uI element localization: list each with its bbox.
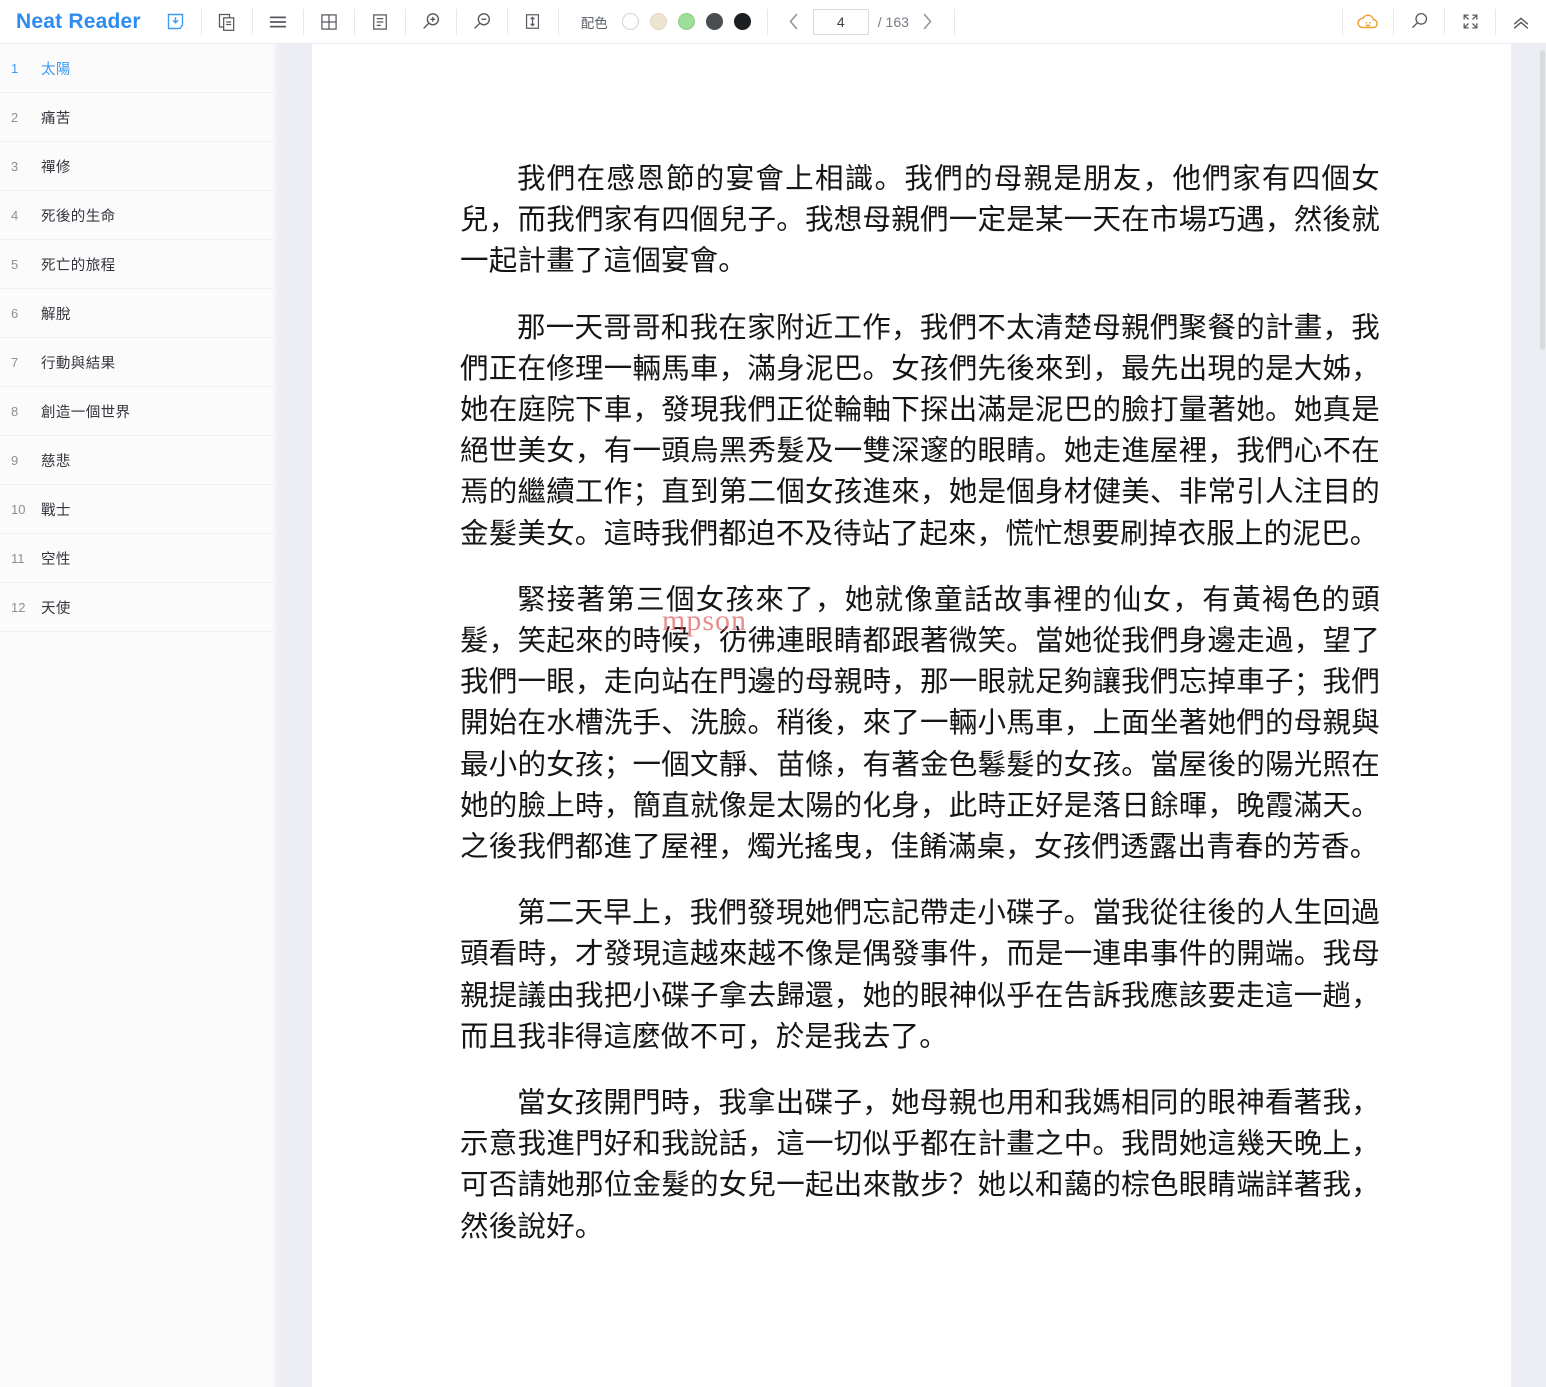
text-layout-icon[interactable] — [355, 0, 405, 44]
sidebar-item-10[interactable]: 10 戰士 — [0, 485, 273, 534]
sidebar-item-2[interactable]: 2 痛苦 — [0, 93, 273, 142]
page-navigation: / 163 — [768, 0, 954, 44]
sidebar-item-12[interactable]: 12 天使 — [0, 583, 273, 632]
toc-label: 戰士 — [41, 502, 71, 519]
scheme-swatch-black[interactable] — [733, 13, 751, 30]
toc-number: 5 — [11, 256, 19, 272]
sidebar-item-4[interactable]: 4 死後的生命 — [0, 191, 273, 240]
toc-label: 太陽 — [41, 61, 71, 78]
grid-view-icon[interactable] — [304, 0, 354, 44]
paragraph-3: 緊接著第三個女孩來了，她就像童話故事裡的仙女，有黃褐色的頭髮，笑起來的時候，彷彿… — [460, 584, 1380, 864]
scheme-swatch-green[interactable] — [677, 13, 695, 30]
toc-number: 8 — [11, 403, 19, 419]
reader-page: 我們在感恩節的宴會上相識。我們的母親是朋友，他們家有四個女兒，而我們家有四個兒子… — [312, 44, 1511, 1387]
prev-page-icon[interactable] — [784, 11, 804, 33]
toc-number: 6 — [11, 305, 19, 321]
search-icon[interactable] — [1394, 0, 1444, 44]
toc-label: 行動與結果 — [41, 355, 116, 372]
color-scheme-label: 配色 — [580, 15, 608, 31]
color-scheme-group: 配色 — [559, 0, 767, 44]
sidebar-item-3[interactable]: 3 禪修 — [0, 142, 273, 191]
page-gutter-left — [273, 44, 312, 1387]
sidebar-item-5[interactable]: 5 死亡的旅程 — [0, 240, 273, 289]
fullscreen-icon[interactable] — [1445, 0, 1495, 44]
toc-number: 10 — [11, 501, 26, 517]
toc-label: 禪修 — [41, 159, 71, 176]
toc-number: 11 — [11, 550, 25, 566]
scheme-swatch-white[interactable] — [621, 13, 639, 30]
page-number-input[interactable] — [812, 8, 869, 35]
toc-number: 2 — [11, 109, 19, 125]
zoom-in-icon[interactable] — [406, 0, 456, 44]
copy-pages-icon[interactable] — [202, 0, 252, 44]
paragraph-5: 當女孩開門時，我拿出碟子，她母親也用和我媽相同的眼神看著我，示意我進門好和我說話… — [460, 1088, 1380, 1243]
sidebar-item-1[interactable]: 1 太陽 — [0, 44, 273, 93]
sidebar-item-7[interactable]: 7 行動與結果 — [0, 338, 273, 387]
toc-number: 4 — [11, 207, 19, 223]
toc-number: 9 — [11, 452, 19, 468]
toolbar-divider-10 — [953, 8, 955, 35]
reader-scrollbar[interactable] — [1540, 48, 1545, 1383]
toc-label: 死後的生命 — [41, 208, 116, 225]
cloud-sync-icon[interactable] — [1343, 0, 1393, 44]
paragraph-2: 那一天哥哥和我在家附近工作，我們不太清楚母親們聚餐的計畫，我們正在修理一輛馬車，… — [460, 312, 1380, 550]
next-page-icon[interactable] — [918, 11, 938, 33]
reader-scrollbar-thumb[interactable] — [1540, 50, 1545, 350]
collapse-toolbar-icon[interactable] — [1496, 0, 1546, 44]
toc-label: 創造一個世界 — [41, 404, 131, 421]
paragraph-1: 我們在感恩節的宴會上相識。我們的母親是朋友，他們家有四個女兒，而我們家有四個兒子… — [460, 164, 1380, 278]
sidebar-item-8[interactable]: 8 創造一個世界 — [0, 387, 273, 436]
toc-label: 天使 — [41, 600, 71, 617]
sidebar-item-11[interactable]: 11 空性 — [0, 534, 273, 583]
toc-label: 痛苦 — [41, 110, 71, 127]
save-to-library-icon[interactable] — [151, 0, 201, 44]
toc-number: 1 — [11, 60, 19, 76]
toc-label: 解脫 — [41, 306, 71, 323]
sidebar-item-6[interactable]: 6 解脫 — [0, 289, 273, 338]
sidebar-item-9[interactable]: 9 慈悲 — [0, 436, 273, 485]
toc-label: 慈悲 — [41, 453, 71, 470]
page-total-label: / 163 — [877, 13, 909, 30]
toolbar-right-group — [1342, 0, 1546, 44]
sidebar-toc-panel: 1 太陽 2 痛苦 3 禪修 4 死後的生命 5 死亡的旅程 6 解脫 7 行動… — [0, 44, 273, 1387]
toc-number: 12 — [11, 599, 26, 615]
toc-number: 3 — [11, 158, 19, 174]
paragraph-4: 第二天早上，我們發現她們忘記帶走小碟子。當我從往後的人生回過頭看時，才發現這越來… — [460, 898, 1380, 1053]
toc-number: 7 — [11, 354, 19, 370]
zoom-out-icon[interactable] — [457, 0, 507, 44]
list-view-icon[interactable] — [253, 0, 303, 44]
top-toolbar: Neat Reader 配色 4 / 163 — [0, 0, 1546, 44]
toc-label: 空性 — [41, 551, 71, 568]
toc-list: 1 太陽 2 痛苦 3 禪修 4 死後的生命 5 死亡的旅程 6 解脫 7 行動… — [0, 44, 273, 632]
line-height-icon[interactable] — [508, 0, 558, 44]
toc-label: 死亡的旅程 — [41, 257, 116, 274]
page-content: 我們在感恩節的宴會上相識。我們的母親是朋友，他們家有四個女兒，而我們家有四個兒子… — [312, 44, 1511, 1248]
scheme-swatch-cream[interactable] — [649, 13, 667, 30]
app-brand: Neat Reader — [16, 9, 141, 33]
scheme-swatch-gray[interactable] — [705, 13, 723, 30]
